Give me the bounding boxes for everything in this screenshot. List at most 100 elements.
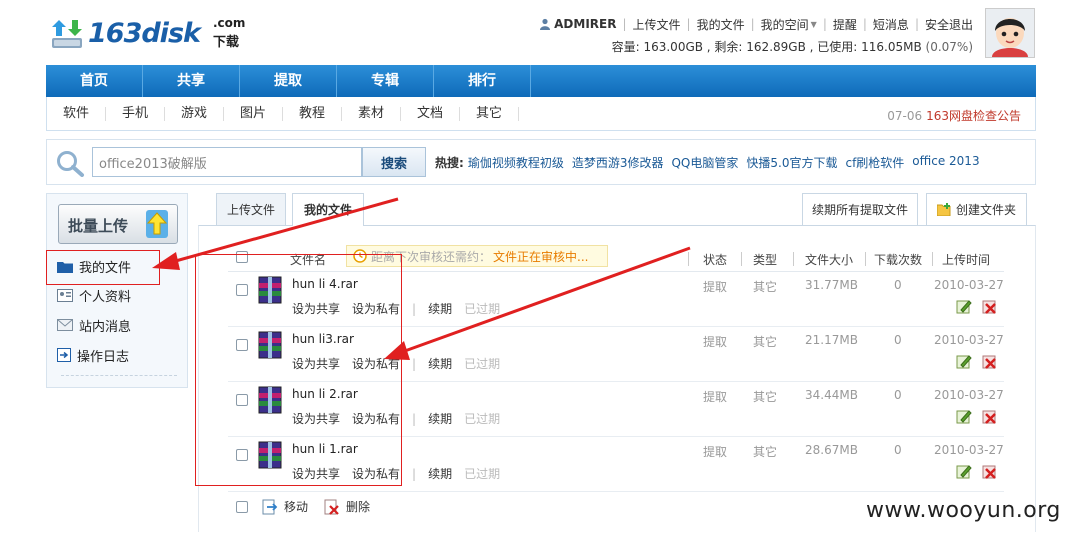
link-upload[interactable]: 上传文件 bbox=[633, 16, 681, 33]
sidebar-item-profile[interactable]: 个人资料 bbox=[57, 284, 177, 306]
downloads-cell: 0 bbox=[894, 278, 902, 292]
file-name[interactable]: hun li3.rar bbox=[292, 332, 354, 346]
new-folder-button[interactable]: 创建文件夹 bbox=[926, 193, 1027, 225]
hot-term[interactable]: cf刷枪软件 bbox=[845, 154, 904, 171]
category-documents[interactable]: 文档 bbox=[401, 106, 460, 121]
delete-icon bbox=[324, 499, 339, 515]
renew-link[interactable]: 续期 bbox=[428, 410, 452, 427]
size-cell: 34.44MB bbox=[805, 388, 858, 402]
set-private-link[interactable]: 设为私有 bbox=[352, 300, 400, 317]
hot-term[interactable]: 造梦西游3修改器 bbox=[572, 154, 664, 171]
batch-upload-label: 批量上传 bbox=[68, 217, 129, 235]
link-my-space[interactable]: 我的空间 bbox=[761, 16, 809, 33]
file-name[interactable]: hun li 2.rar bbox=[292, 387, 358, 401]
row-actions: 设为共享 设为私有 | 续期 已过期 bbox=[292, 465, 512, 482]
move-button[interactable]: 移动 bbox=[262, 498, 308, 515]
link-messages[interactable]: 短消息 bbox=[873, 16, 909, 33]
delete-selected-button[interactable]: 删除 bbox=[324, 498, 370, 515]
select-all-checkbox-bottom[interactable] bbox=[236, 501, 248, 513]
new-folder-label: 创建文件夹 bbox=[955, 202, 1016, 217]
set-share-link[interactable]: 设为共享 bbox=[292, 300, 340, 317]
row-checkbox[interactable] bbox=[236, 339, 248, 351]
move-label: 移动 bbox=[284, 500, 309, 514]
nav-extract[interactable]: 提取 bbox=[240, 65, 337, 97]
col-status: 状态 bbox=[703, 253, 728, 267]
nav-ranking[interactable]: 排行 bbox=[434, 65, 531, 97]
chevron-down-icon[interactable]: ▼ bbox=[811, 20, 817, 29]
tab-my-files[interactable]: 我的文件 bbox=[292, 193, 364, 226]
hot-term[interactable]: office 2013 bbox=[912, 154, 979, 171]
category-images[interactable]: 图片 bbox=[224, 106, 283, 121]
set-private-link[interactable]: 设为私有 bbox=[352, 410, 400, 427]
divider bbox=[61, 375, 177, 376]
notice-link[interactable]: 163网盘检查公告 bbox=[926, 109, 1021, 123]
search-input[interactable] bbox=[92, 147, 362, 177]
file-name[interactable]: hun li 4.rar bbox=[292, 277, 358, 291]
hot-term[interactable]: 快播5.0官方下载 bbox=[746, 154, 837, 171]
edit-icon[interactable] bbox=[956, 353, 972, 369]
renew-link[interactable]: 续期 bbox=[428, 300, 452, 317]
downloads-cell: 0 bbox=[894, 333, 902, 347]
downloads-cell: 0 bbox=[894, 388, 902, 402]
size-cell: 31.77MB bbox=[805, 278, 858, 292]
upload-arrow-icon bbox=[146, 210, 168, 238]
sidebar-item-logs[interactable]: 操作日志 bbox=[57, 344, 177, 366]
delete-icon[interactable] bbox=[982, 353, 998, 369]
expired-label: 已过期 bbox=[464, 302, 501, 316]
edit-icon[interactable] bbox=[956, 463, 972, 479]
category-materials[interactable]: 素材 bbox=[342, 106, 401, 121]
nav-home[interactable]: 首页 bbox=[46, 65, 143, 97]
clock-icon bbox=[353, 249, 367, 263]
hot-search: 热搜: 瑜伽视频教程初级 造梦西游3修改器 QQ电脑管家 快播5.0官方下载 c… bbox=[435, 154, 988, 171]
delete-icon[interactable] bbox=[982, 298, 998, 314]
sidebar-item-label: 站内消息 bbox=[79, 319, 132, 335]
link-reminder[interactable]: 提醒 bbox=[833, 16, 857, 33]
quota-info: 容量: 163.00GB , 剩余: 162.89GB , 已使用: 116.0… bbox=[612, 38, 973, 55]
link-my-files[interactable]: 我的文件 bbox=[697, 16, 745, 33]
sidebar-item-my-files[interactable]: 我的文件 bbox=[57, 255, 177, 277]
delete-icon[interactable] bbox=[982, 463, 998, 479]
renew-link[interactable]: 续期 bbox=[428, 355, 452, 372]
category-games[interactable]: 游戏 bbox=[165, 106, 224, 121]
hot-term[interactable]: 瑜伽视频教程初级 bbox=[468, 154, 564, 171]
set-share-link[interactable]: 设为共享 bbox=[292, 465, 340, 482]
avatar[interactable] bbox=[985, 8, 1035, 58]
type-cell: 其它 bbox=[753, 390, 778, 404]
edit-icon[interactable] bbox=[956, 408, 972, 424]
renew-link[interactable]: 续期 bbox=[428, 465, 452, 482]
category-software[interactable]: 软件 bbox=[47, 106, 106, 121]
delete-icon[interactable] bbox=[982, 408, 998, 424]
sidebar-item-messages[interactable]: 站内消息 bbox=[57, 314, 177, 336]
category-tutorials[interactable]: 教程 bbox=[283, 106, 342, 121]
edit-icon[interactable] bbox=[956, 298, 972, 314]
select-all-checkbox[interactable] bbox=[236, 251, 248, 263]
search-button[interactable]: 搜索 bbox=[362, 147, 426, 177]
row-checkbox[interactable] bbox=[236, 449, 248, 461]
row-actions: 设为共享 设为私有 | 续期 已过期 bbox=[292, 355, 512, 372]
tab-upload[interactable]: 上传文件 bbox=[216, 193, 286, 225]
set-private-link[interactable]: 设为私有 bbox=[352, 465, 400, 482]
table-row: hun li 1.rar 设为共享 设为私有 | 续期 已过期 提取 其它 28… bbox=[228, 437, 1004, 492]
separator: | bbox=[914, 17, 919, 31]
file-name[interactable]: hun li 1.rar bbox=[292, 442, 358, 456]
nav-share[interactable]: 共享 bbox=[143, 65, 240, 97]
row-checkbox[interactable] bbox=[236, 394, 248, 406]
type-cell: 其它 bbox=[753, 445, 778, 459]
user-name[interactable]: ADMIRER bbox=[539, 17, 616, 31]
set-share-link[interactable]: 设为共享 bbox=[292, 355, 340, 372]
row-actions: 设为共享 设为私有 | 续期 已过期 bbox=[292, 410, 512, 427]
set-share-link[interactable]: 设为共享 bbox=[292, 410, 340, 427]
type-cell: 其它 bbox=[753, 280, 778, 294]
category-other[interactable]: 其它 bbox=[460, 106, 519, 121]
site-logo[interactable]: 163disk .com 下载 bbox=[50, 14, 250, 54]
nav-album[interactable]: 专辑 bbox=[337, 65, 434, 97]
column-divider bbox=[932, 252, 933, 266]
hot-term[interactable]: QQ电脑管家 bbox=[671, 154, 738, 171]
batch-upload-button[interactable]: 批量上传 bbox=[58, 204, 178, 244]
watermark: www.wooyun.org bbox=[866, 498, 1061, 523]
category-mobile[interactable]: 手机 bbox=[106, 106, 165, 121]
renew-all-button[interactable]: 续期所有提取文件 bbox=[802, 193, 918, 225]
row-checkbox[interactable] bbox=[236, 284, 248, 296]
set-private-link[interactable]: 设为私有 bbox=[352, 355, 400, 372]
link-logout[interactable]: 安全退出 bbox=[925, 16, 973, 33]
